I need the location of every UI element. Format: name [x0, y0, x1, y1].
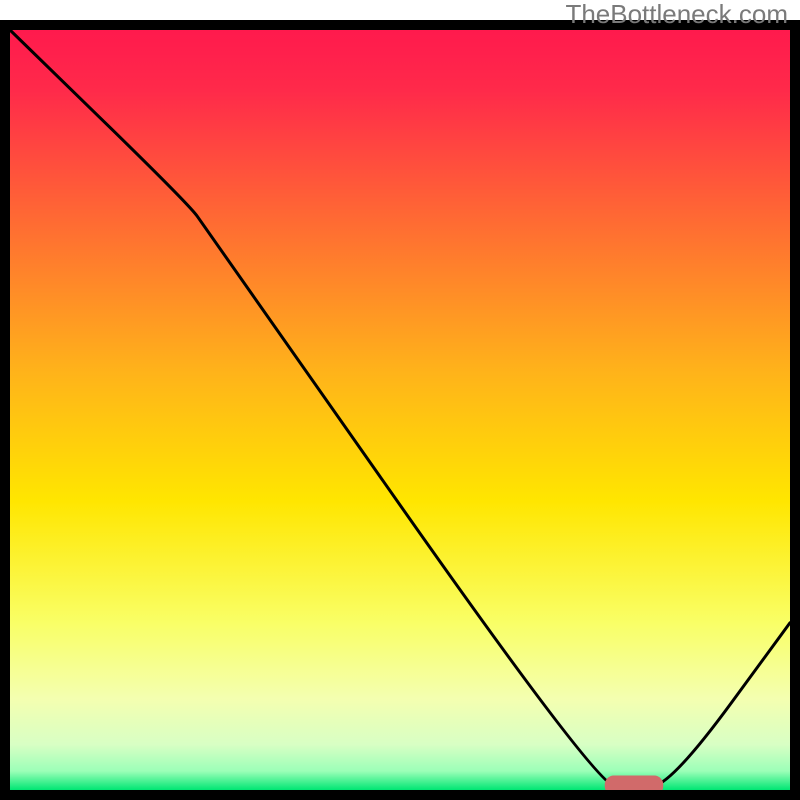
bottleneck-chart	[0, 0, 800, 800]
watermark-text: TheBottleneck.com	[565, 0, 788, 29]
chart-frame: TheBottleneck.com	[0, 0, 800, 800]
